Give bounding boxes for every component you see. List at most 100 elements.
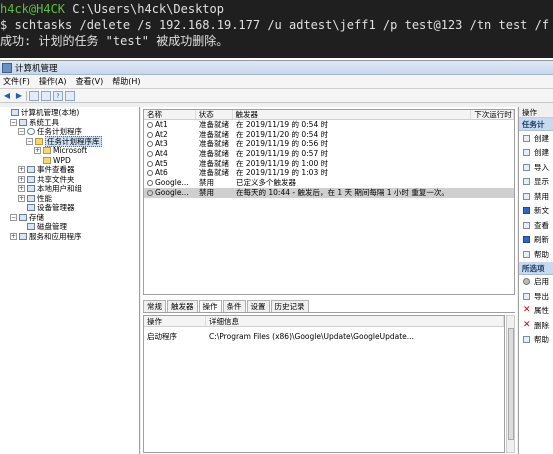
- column-name[interactable]: 名称: [144, 110, 196, 119]
- computer-icon: [11, 109, 19, 117]
- tab-history[interactable]: 历史记录: [270, 300, 309, 312]
- task-trigger: 在 2019/11/19 的 0:54 时: [236, 120, 329, 129]
- tools-icon: [19, 118, 27, 126]
- menu-action[interactable]: 操作(A): [36, 76, 73, 87]
- action-label: 属性: [534, 306, 549, 316]
- task-row[interactable]: At1 准备就绪在 2019/11/19 的 0:54 时: [144, 120, 514, 130]
- action-label: 启用: [534, 277, 549, 287]
- action-display-running[interactable]: 显示: [519, 175, 553, 190]
- action-detail-table: 操作 详细信息 启动程序 C:\Program Files (x86)\Goog…: [143, 315, 505, 453]
- menu-help[interactable]: 帮助(H): [109, 76, 146, 87]
- actions-section-selected[interactable]: 所选项: [519, 261, 553, 275]
- task-name-cell: At1: [144, 120, 196, 130]
- help-icon[interactable]: ?: [53, 90, 63, 101]
- expand-icon[interactable]: +: [18, 166, 25, 174]
- action-import[interactable]: 导入: [519, 160, 553, 175]
- tree-node[interactable]: WPD: [0, 156, 139, 166]
- task-name-cell: At3: [144, 139, 196, 149]
- column-details[interactable]: 详细信息: [206, 316, 504, 326]
- column-next-run[interactable]: 下次运行时: [471, 110, 514, 119]
- action-detail-header: 操作 详细信息: [144, 316, 504, 327]
- folder-icon: [43, 147, 51, 155]
- terminal-output: 成功: 计划的任务 "test" 被成功删除。: [0, 34, 229, 48]
- action-create-basic-task[interactable]: 创建: [519, 131, 553, 146]
- tab-triggers[interactable]: 触发器: [167, 300, 198, 312]
- detail-scrollbar[interactable]: [506, 315, 515, 453]
- collapse-icon[interactable]: −: [26, 137, 33, 145]
- task-row[interactable]: Google... 禁用 在每天的 10:44 - 触发后，在 1 天 期间每隔 1…: [144, 187, 514, 198]
- tree-node[interactable]: + Microsoft: [0, 146, 139, 156]
- collapse-icon[interactable]: −: [10, 213, 17, 221]
- action-properties[interactable]: ✕ 属性: [519, 304, 553, 319]
- menu-view[interactable]: 查看(V): [73, 76, 110, 87]
- scrollbar-thumb[interactable]: [508, 328, 514, 440]
- column-status[interactable]: 状态: [196, 110, 233, 119]
- action-label: 新文: [534, 206, 549, 216]
- task-status: 准备就绪: [199, 120, 229, 129]
- column-trigger[interactable]: 触发器: [233, 110, 472, 119]
- tab-settings[interactable]: 设置: [246, 300, 270, 312]
- tree-node[interactable]: + 本地用户和组: [0, 184, 139, 194]
- tab-conditions[interactable]: 条件: [222, 300, 246, 312]
- expand-icon[interactable]: +: [18, 194, 25, 202]
- action-detail-row[interactable]: 启动程序 C:\Program Files (x86)\Google\Updat…: [144, 331, 504, 342]
- task-name: At1: [155, 120, 168, 129]
- action-delete[interactable]: ✕ 删除: [519, 318, 553, 333]
- expand-icon[interactable]: +: [10, 232, 17, 240]
- action-disable-history[interactable]: 禁用: [519, 189, 553, 204]
- tree-node[interactable]: 设备管理器: [0, 203, 139, 213]
- action-new-folder[interactable]: 新文: [519, 204, 553, 219]
- console-tree: 计算机管理(本地) − 系统工具 − 任务计划程序 − 任务计划程序库 + Microsoft W…: [0, 107, 140, 454]
- task-row[interactable]: At3 准备就绪在 2019/11/19 的 0:56 时: [144, 139, 514, 149]
- tree-node[interactable]: + 服务和应用程序: [0, 232, 139, 242]
- prompt-user: h4ck@H4CK: [0, 2, 66, 16]
- task-row[interactable]: At5 准备就绪在 2019/11/19 的 1:00 时: [144, 159, 514, 169]
- help-icon: [523, 336, 530, 344]
- tree-node[interactable]: + 事件查看器: [0, 165, 139, 175]
- task-status: 禁用: [199, 187, 214, 197]
- task-row[interactable]: At2 准备就绪在 2019/11/20 的 0:54 时: [144, 130, 514, 140]
- tree-node[interactable]: 计算机管理(本地): [0, 108, 139, 118]
- tree-node-label: 事件查看器: [37, 165, 75, 174]
- task-name-cell: At6: [144, 168, 196, 178]
- toolbar-separator: [26, 90, 27, 101]
- tab-actions[interactable]: 操作: [198, 300, 222, 312]
- console-icon[interactable]: [65, 90, 75, 101]
- actions-section-library[interactable]: 任务计: [519, 118, 553, 131]
- tree-node-label: 共享文件夹: [37, 174, 75, 184]
- enable-icon: [523, 278, 530, 286]
- task-row[interactable]: At6 准备就绪在 2019/11/19 的 1:03 时: [144, 168, 514, 178]
- tree-node[interactable]: + 性能: [0, 194, 139, 204]
- back-arrow-icon[interactable]: ◀: [2, 91, 12, 101]
- expand-icon[interactable]: +: [18, 185, 25, 193]
- column-action[interactable]: 操作: [144, 316, 206, 326]
- folder-icon: [35, 137, 43, 145]
- action-view[interactable]: 查看: [519, 218, 553, 233]
- task-status: 准备就绪: [199, 149, 229, 159]
- show-hide-tree-icon[interactable]: [41, 90, 51, 101]
- menu-file[interactable]: 文件(F): [0, 76, 36, 87]
- task-trigger: 在每天的 10:44 - 触发后，在 1 天 期间每隔 1 小时 重复一次。: [236, 187, 449, 197]
- task-row[interactable]: Google... 禁用 已定义多个触发器: [144, 178, 514, 188]
- tree-node[interactable]: − 任务计划程序库: [0, 135, 139, 147]
- action-refresh[interactable]: 刷新: [519, 233, 553, 248]
- collapse-icon[interactable]: −: [18, 128, 25, 136]
- action-export[interactable]: 导出: [519, 289, 553, 304]
- help-icon: [523, 250, 530, 258]
- task-row[interactable]: At4 准备就绪在 2019/11/19 的 0:57 时: [144, 149, 514, 159]
- tree-node[interactable]: + 共享文件夹: [0, 175, 139, 185]
- action-enable[interactable]: 启用: [519, 275, 553, 290]
- tree-node[interactable]: − 系统工具: [0, 118, 139, 128]
- up-folder-icon[interactable]: [29, 90, 39, 101]
- action-create-task[interactable]: 创建: [519, 146, 553, 161]
- expand-icon[interactable]: +: [18, 175, 25, 183]
- tree-node[interactable]: − 存储: [0, 213, 139, 223]
- expand-icon[interactable]: +: [34, 147, 41, 155]
- terminal-command: schtasks /delete /s 192.168.19.177 /u ad…: [7, 18, 550, 32]
- tree-node[interactable]: 磁盘管理: [0, 222, 139, 232]
- tab-general[interactable]: 常规: [143, 300, 166, 312]
- action-help[interactable]: 帮助: [519, 247, 553, 262]
- forward-arrow-icon[interactable]: ▶: [14, 91, 24, 101]
- action-help[interactable]: 帮助: [519, 333, 553, 348]
- collapse-icon[interactable]: −: [10, 118, 17, 126]
